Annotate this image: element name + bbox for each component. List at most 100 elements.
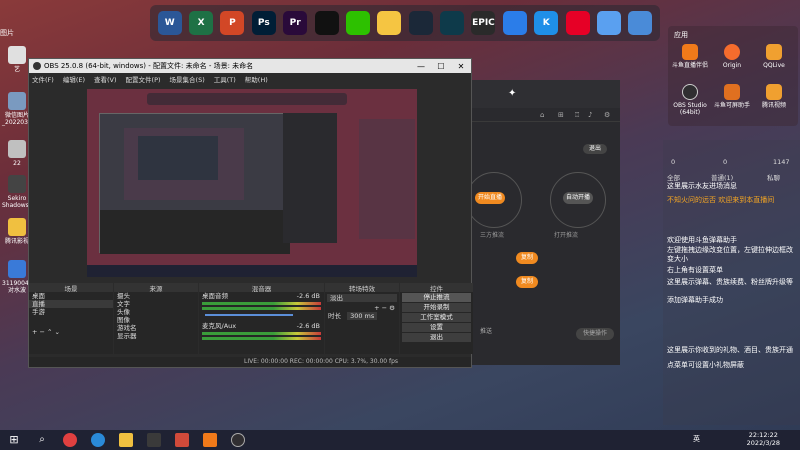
k-app-icon[interactable]: K: [534, 11, 559, 35]
circle-app-icon[interactable]: [440, 11, 465, 35]
obs-menu-item[interactable]: 场景集合(S): [170, 74, 205, 84]
stat-viewers: 0: [671, 158, 676, 166]
chrome-icon[interactable]: [63, 433, 77, 447]
clock-date: 2022/3/28: [746, 439, 780, 448]
cloud-app-icon[interactable]: [596, 11, 621, 35]
app-group-widget: 应用 斗鱼直播伴侣 Origin QQLive OBS Studio (64bi…: [668, 26, 798, 126]
chat-message: 欢迎使用斗鱼弹幕助手: [667, 236, 737, 244]
camera-app-icon[interactable]: [502, 11, 527, 35]
netease-music-icon[interactable]: [565, 11, 590, 35]
obs-icon: [33, 62, 41, 70]
transition-add-remove[interactable]: + − ⚙: [325, 304, 399, 312]
window-buttons: — ☐ ✕: [411, 62, 471, 71]
controls-panel: 停止推流 开始录制 工作室模式 设置 退出: [400, 292, 473, 354]
quick-action-button[interactable]: 快捷操作: [576, 328, 614, 340]
obs-menu-item[interactable]: 配置文件(P): [126, 74, 161, 84]
chat-message: 这里展示你收到的礼物、酒目、贵族开通: [667, 346, 793, 354]
obs-window: OBS 25.0.8 (64-bit, windows) - 配置文件: 未命名…: [28, 58, 473, 368]
gear-icon[interactable]: ⚙: [604, 111, 610, 119]
scene-add-remove-buttons[interactable]: + − ⌃ ⌄: [29, 328, 113, 336]
copy-button-1[interactable]: 复制: [516, 252, 538, 264]
source-item[interactable]: 摄头: [114, 292, 198, 300]
photoshop-icon[interactable]: Ps: [251, 11, 276, 35]
nested-preview-inner: [138, 136, 218, 180]
transition-select[interactable]: 淡出: [327, 294, 397, 302]
app-obs[interactable]: OBS Studio (64bit): [670, 84, 710, 116]
chat-message: 添加弹幕助手成功: [667, 296, 723, 304]
scene-item[interactable]: 手游: [29, 308, 113, 316]
store-icon[interactable]: [175, 433, 189, 447]
system-clock[interactable]: 22:12:22 2022/3/28: [747, 431, 780, 448]
search-icon[interactable]: ⌕: [35, 433, 49, 447]
source-item[interactable]: 文字: [114, 300, 198, 308]
app-douyu-screen[interactable]: 斗鱼可屏助手: [712, 84, 752, 109]
app-douyu-companion[interactable]: 斗鱼直播伴侣: [670, 44, 710, 69]
obs-menu-item[interactable]: 帮助(H): [245, 74, 268, 84]
volume-slider[interactable]: [205, 314, 293, 316]
tencent-video-icon: [766, 84, 782, 100]
toolbar-icon[interactable]: ♖: [574, 111, 580, 119]
app-tencent-video[interactable]: 腾讯视频: [754, 84, 794, 109]
copy-button-2[interactable]: 复制: [516, 276, 538, 288]
duration-input[interactable]: 300 ms: [347, 312, 378, 320]
excel-icon[interactable]: X: [189, 11, 214, 35]
powerpoint-icon[interactable]: P: [220, 11, 245, 35]
tab-private[interactable]: 私聊: [767, 172, 780, 182]
obs-menu-item[interactable]: 文件(F): [32, 74, 54, 84]
folder-icon: [8, 218, 26, 236]
source-item[interactable]: 游戏名: [114, 324, 198, 332]
app-logo-icon: ✦: [508, 88, 517, 99]
origin-icon: [724, 44, 740, 60]
tab-all[interactable]: 全部: [667, 172, 680, 182]
tab-normal[interactable]: 普通(1): [711, 172, 733, 182]
edge-icon[interactable]: [91, 433, 105, 447]
obs-menubar: 文件(F) 编辑(E) 查看(V) 配置文件(P) 场景集合(S) 工具(T) 帮助(H): [29, 73, 471, 85]
cat-icon[interactable]: [377, 11, 402, 35]
source-item[interactable]: 图像: [114, 316, 198, 324]
toolbar-icon[interactable]: ⊞: [558, 111, 564, 119]
premiere-icon[interactable]: Pr: [283, 11, 308, 35]
explorer-icon[interactable]: [119, 433, 133, 447]
mixer-dock-header: 混音器: [199, 283, 324, 293]
epic-games-icon[interactable]: EPIC: [471, 11, 496, 35]
start-live-circle[interactable]: 开始直播: [466, 172, 522, 228]
control-button[interactable]: 设置: [402, 323, 471, 332]
word-icon[interactable]: W: [157, 11, 182, 35]
input-language[interactable]: 英: [693, 434, 700, 444]
obs-menu-item[interactable]: 查看(V): [94, 74, 117, 84]
qq-icon[interactable]: [314, 11, 339, 35]
nested-preview: [124, 128, 244, 200]
clock-time: 22:12:22: [748, 431, 778, 439]
windows-start-icon[interactable]: ⊞: [7, 433, 21, 447]
taskbar: ⊞ ⌕ 英 22:12:22 2022/3/28: [0, 430, 800, 450]
obs-menu-item[interactable]: 工具(T): [214, 74, 236, 84]
exit-link[interactable]: 退出: [583, 144, 607, 154]
terminal-icon[interactable]: [147, 433, 161, 447]
scene-item[interactable]: 直播: [29, 300, 113, 308]
minimize-icon[interactable]: —: [411, 62, 431, 71]
steam-icon[interactable]: [408, 11, 433, 35]
obs-menu-item[interactable]: 编辑(E): [63, 74, 85, 84]
bell-icon[interactable]: ♪: [588, 111, 592, 119]
scene-item[interactable]: 桌面: [29, 292, 113, 300]
bird-app-icon[interactable]: [628, 11, 653, 35]
app-qqlive[interactable]: QQLive: [754, 44, 794, 69]
wechat-icon[interactable]: [345, 11, 370, 35]
source-item[interactable]: 头像: [114, 308, 198, 316]
scenes-dock-header: 场景: [29, 283, 113, 293]
control-button[interactable]: 开始录制: [402, 303, 471, 312]
toolbar-icon[interactable]: ⌂: [540, 111, 544, 119]
douyu-taskbar-icon[interactable]: [203, 433, 217, 447]
obs-preview-canvas[interactable]: [87, 89, 417, 277]
auto-live-circle[interactable]: 自动开播: [550, 172, 606, 228]
source-item[interactable]: 显示器: [114, 332, 198, 340]
close-icon[interactable]: ✕: [451, 62, 471, 71]
obs-taskbar-icon[interactable]: [231, 433, 245, 447]
group-title: 应用: [674, 31, 688, 39]
app-label: 腾讯视频: [761, 102, 786, 109]
control-button[interactable]: 退出: [402, 333, 471, 342]
app-origin[interactable]: Origin: [712, 44, 752, 69]
control-button[interactable]: 停止推流: [402, 293, 471, 302]
maximize-icon[interactable]: ☐: [431, 62, 451, 71]
control-button[interactable]: 工作室模式: [402, 313, 471, 322]
